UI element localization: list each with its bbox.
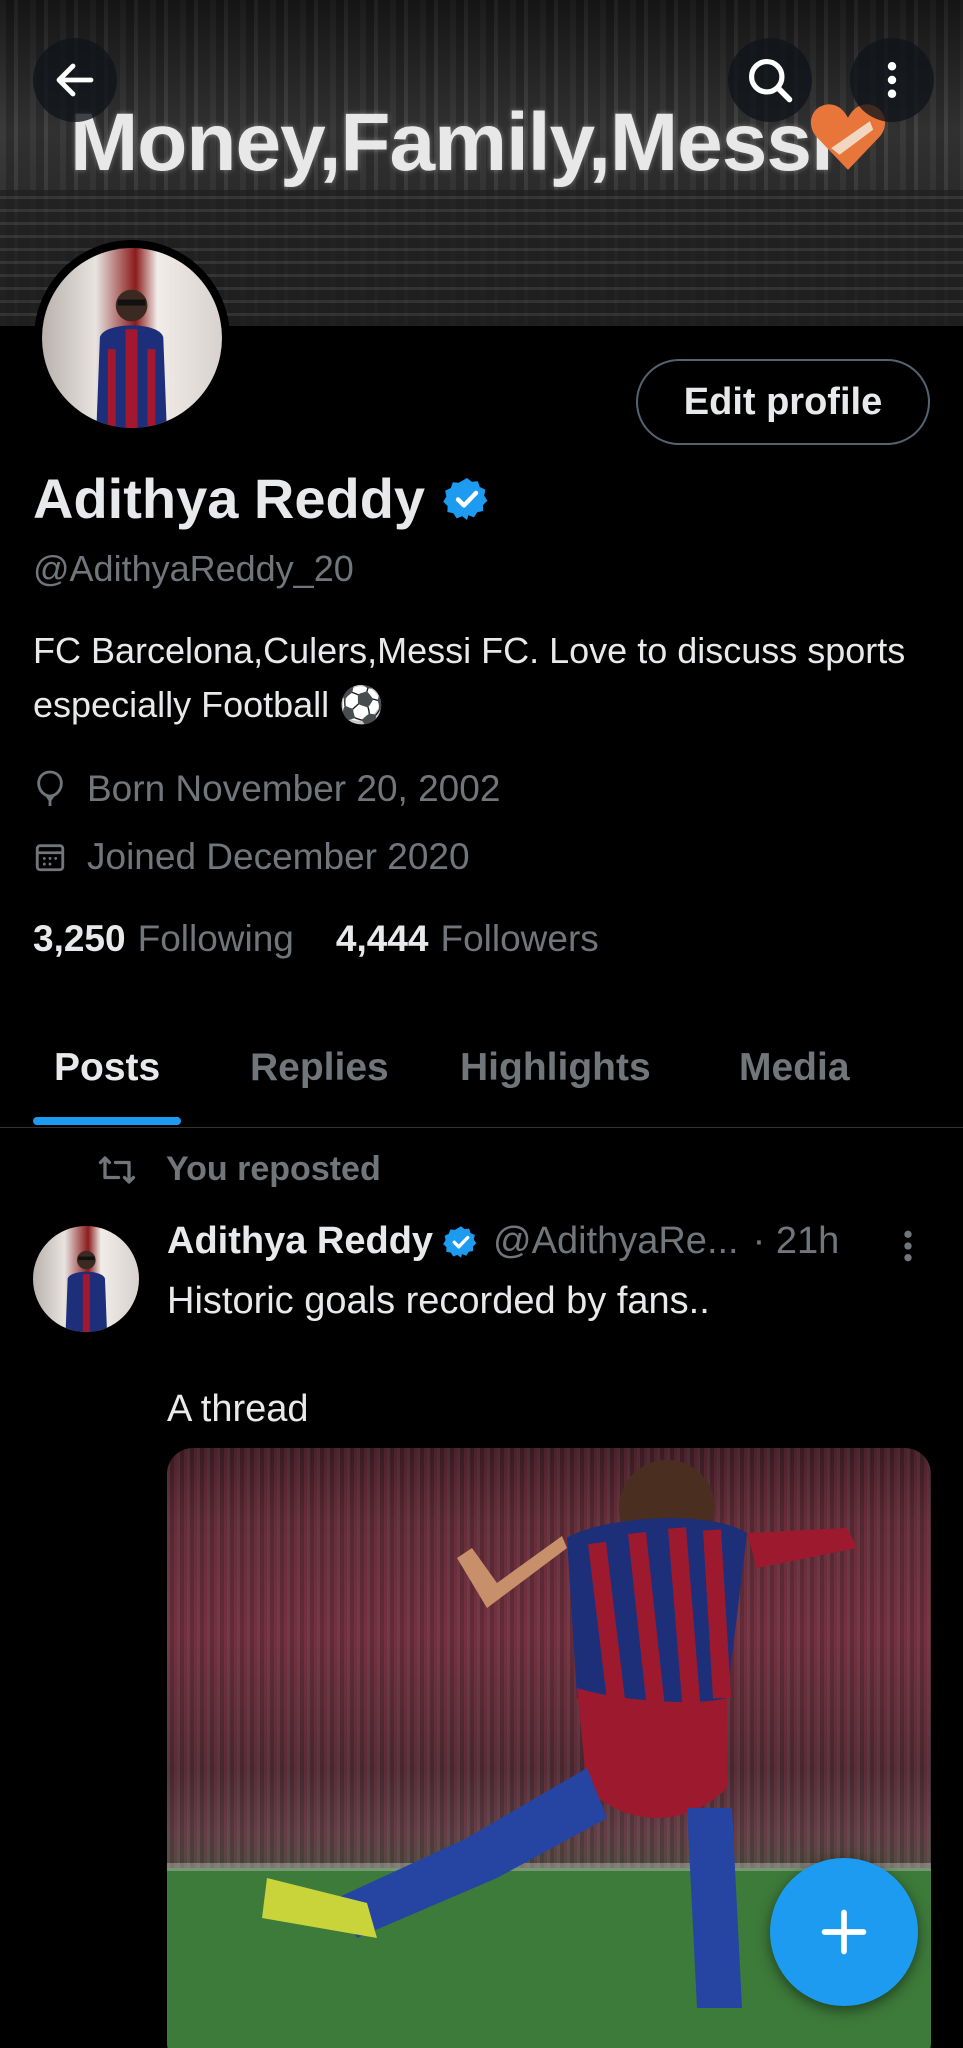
back-arrow-icon bbox=[56, 63, 94, 97]
post-author-handle[interactable]: @AdithyaRe... bbox=[493, 1220, 739, 1263]
verified-badge-icon bbox=[443, 1225, 477, 1258]
following-label: Following bbox=[137, 918, 294, 959]
active-tab-indicator bbox=[33, 1117, 181, 1125]
following-count: 3,250 bbox=[33, 918, 126, 959]
following-link[interactable]: 3,250 Following bbox=[33, 918, 294, 960]
verified-badge-icon[interactable] bbox=[443, 475, 491, 523]
profile-bio: FC Barcelona,Culers,Messi FC. Love to di… bbox=[33, 630, 906, 725]
tab-posts[interactable]: Posts bbox=[54, 1046, 160, 1090]
post-more-button[interactable] bbox=[898, 1226, 918, 1271]
birthdate-row: Born November 20, 2002 bbox=[33, 768, 500, 810]
compose-plus-icon bbox=[821, 1909, 867, 1955]
post-header: Adithya Reddy @AdithyaRe... · 21h bbox=[167, 1220, 927, 1263]
joined-text: Joined December 2020 bbox=[87, 836, 470, 877]
repost-icon bbox=[98, 1155, 136, 1184]
banner-text: Money,Family,Messi bbox=[70, 97, 834, 188]
profile-tabs: Posts Replies Highlights Media bbox=[0, 1030, 963, 1128]
search-button[interactable] bbox=[728, 38, 812, 122]
post-author-name[interactable]: Adithya Reddy bbox=[167, 1220, 433, 1263]
edit-profile-button[interactable]: Edit profile bbox=[636, 359, 930, 445]
followers-count: 4,444 bbox=[335, 918, 429, 959]
compose-post-button[interactable] bbox=[770, 1858, 918, 2006]
tab-media[interactable]: Media bbox=[739, 1046, 850, 1090]
tab-replies[interactable]: Replies bbox=[250, 1046, 389, 1090]
profile-handle: @AdithyaReddy_20 bbox=[33, 548, 354, 589]
balloon-icon bbox=[37, 770, 63, 806]
avatar-person-image bbox=[96, 290, 168, 428]
repost-indicator: You reposted bbox=[96, 1150, 381, 1189]
tab-highlights[interactable]: Highlights bbox=[460, 1046, 651, 1090]
more-vertical-icon bbox=[887, 62, 897, 98]
post-timestamp[interactable]: · 21h bbox=[753, 1220, 840, 1263]
birthdate-text: Born November 20, 2002 bbox=[87, 768, 501, 809]
post-text: Historic goals recorded by fans.. A thre… bbox=[167, 1280, 710, 1430]
profile-avatar[interactable] bbox=[34, 240, 230, 436]
repost-label: You reposted bbox=[166, 1150, 381, 1188]
more-vertical-icon bbox=[904, 1230, 912, 1262]
search-icon bbox=[748, 58, 793, 103]
back-button[interactable] bbox=[33, 38, 117, 122]
joined-row: Joined December 2020 bbox=[33, 836, 470, 878]
post-author-avatar[interactable] bbox=[33, 1226, 139, 1332]
profile-name: Adithya Reddy bbox=[33, 467, 426, 530]
followers-label: Followers bbox=[440, 918, 599, 959]
calendar-icon bbox=[35, 844, 65, 872]
followers-link[interactable]: 4,444 Followers bbox=[336, 918, 599, 960]
avatar-person-image bbox=[65, 1250, 107, 1332]
more-options-button[interactable] bbox=[850, 38, 934, 122]
